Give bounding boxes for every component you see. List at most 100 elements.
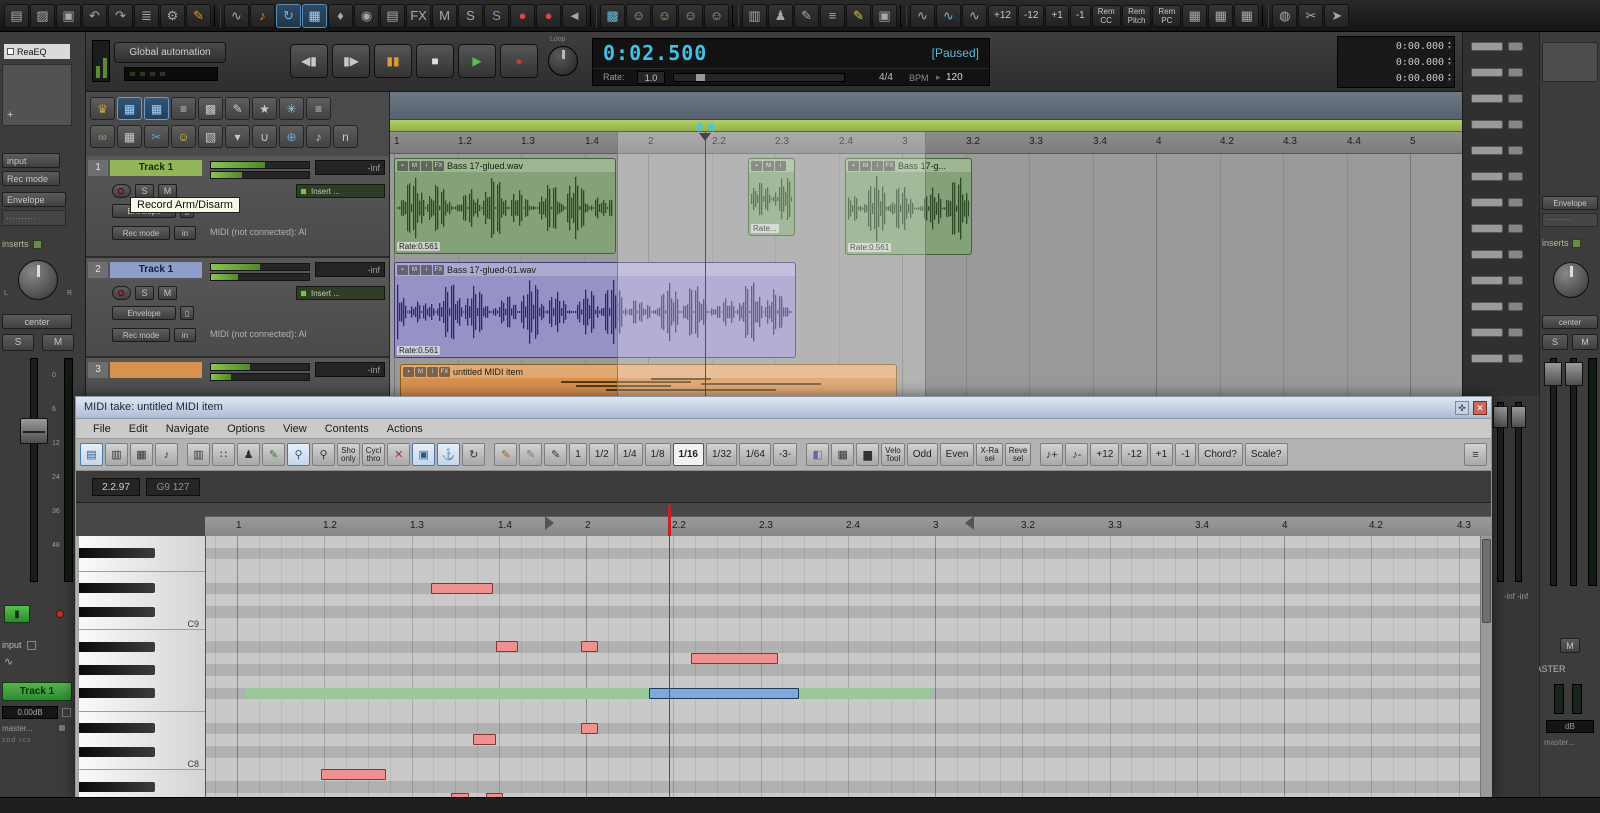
crosshair-icon[interactable]: ⊕ <box>279 125 304 148</box>
midi-ruler[interactable]: 1 1.2 1.3 1.4 2 2.2 2.3 2.4 3 3.2 3.3 3.4 4 4.2 4.3 <box>76 503 1491 536</box>
mute-button[interactable]: M <box>42 334 74 351</box>
global-automation-button[interactable]: Global automation <box>114 42 226 63</box>
midi-note-icon[interactable]: ♪ <box>306 125 331 148</box>
remove-cc-button[interactable]: Rem CC <box>1091 4 1121 27</box>
insert-add-button[interactable] <box>32 239 42 249</box>
edit-pencil-icon[interactable]: ✎ <box>846 3 871 28</box>
dock-slot[interactable] <box>1471 328 1533 337</box>
fx-icon[interactable]: FX <box>433 160 444 171</box>
track-name[interactable]: Track 1 <box>110 160 202 176</box>
selection-end-marker[interactable] <box>965 516 974 530</box>
playhead-marker[interactable] <box>668 505 671 536</box>
drum-mode-icon[interactable]: ∷ <box>212 443 235 466</box>
master-pan-knob[interactable] <box>1553 262 1589 298</box>
velocity-lane-icon[interactable]: ▆ <box>856 443 880 466</box>
grid-1-32-button[interactable]: 1/32 <box>706 443 738 466</box>
black-key[interactable] <box>79 641 155 652</box>
solo-button[interactable]: S <box>135 286 154 300</box>
record-icon[interactable]: ● <box>536 3 561 28</box>
menu-actions[interactable]: Actions <box>378 421 432 437</box>
track-manager-icon[interactable]: ♛ <box>90 97 115 120</box>
project-settings-icon[interactable]: ≣ <box>134 3 159 28</box>
time-value[interactable]: 0:00.000 <box>1396 57 1444 68</box>
fader-handle[interactable] <box>1493 406 1508 428</box>
select-even-button[interactable]: Even <box>939 443 975 466</box>
track-name[interactable] <box>110 362 202 378</box>
time-selection[interactable] <box>617 132 925 396</box>
preferences-gear-icon[interactable]: ⚙ <box>160 3 185 28</box>
mixer-icon[interactable]: ▥ <box>742 3 767 28</box>
monitor-icon[interactable]: ◄ <box>562 3 587 28</box>
dock-slot[interactable] <box>1471 94 1533 103</box>
time-value[interactable]: 0:00.000 <box>1396 41 1444 52</box>
loop-notes-icon[interactable]: ↻ <box>462 443 486 466</box>
dock-slot[interactable] <box>1471 68 1533 77</box>
track-list-icon[interactable]: ▥ <box>187 443 210 466</box>
info-icon[interactable]: i <box>421 160 432 171</box>
master-fx-empty-slot[interactable]: ·········· <box>1542 213 1598 227</box>
fx-icon[interactable]: FX <box>439 366 450 377</box>
show-only-button[interactable]: Sho only <box>337 443 360 466</box>
reverse-selection-button[interactable]: Reve sel <box>1004 443 1032 466</box>
bpm-value[interactable]: 120 <box>946 72 963 83</box>
play-button[interactable]: ▶ <box>458 44 496 78</box>
master-fader-handle-right[interactable] <box>1565 362 1583 386</box>
midi-note[interactable] <box>496 641 518 652</box>
snap-settings-icon[interactable]: ▦ <box>144 97 169 120</box>
menu-file[interactable]: File <box>84 421 120 437</box>
dock-slot[interactable] <box>1471 250 1533 259</box>
fader-track[interactable] <box>1497 402 1504 582</box>
mouse-pointer-icon[interactable]: ➤ <box>1324 3 1350 28</box>
new-project-icon[interactable]: ▤ <box>4 3 29 28</box>
black-key[interactable] <box>79 688 155 699</box>
master-send-label[interactable]: master... <box>2 724 33 733</box>
track-pan-slider[interactable] <box>210 273 310 281</box>
nudge-plus-12-button[interactable]: +12 <box>988 4 1017 27</box>
cycle-through-button[interactable]: Cycl thro <box>361 443 386 466</box>
monitor-button[interactable]: ▮ <box>4 605 30 623</box>
action-list-icon[interactable]: ≡ <box>820 3 845 28</box>
master-fader-handle-left[interactable] <box>1544 362 1562 386</box>
solo-defeat-icon[interactable]: S <box>484 3 509 28</box>
master-mono-button[interactable]: M <box>1560 638 1580 653</box>
input-label[interactable]: input <box>2 640 22 650</box>
grid-1-2-button[interactable]: 1/2 <box>588 443 615 466</box>
undo-icon[interactable]: ↶ <box>82 3 107 28</box>
pencil-icon[interactable]: ✎ <box>544 443 568 466</box>
black-key[interactable] <box>79 781 155 792</box>
crossfade-icon[interactable]: ∿ <box>224 3 249 28</box>
record-arm-icon[interactable]: ● <box>510 3 535 28</box>
arrange-view[interactable]: 1 1.2 1.3 1.4 2 2.2 2.3 2.4 3 3.2 3.3 3.4 4 4.2 4.3 4.4… <box>390 92 1462 396</box>
midi-note[interactable] <box>473 734 496 745</box>
waveform-icon-2[interactable]: ∿ <box>936 3 961 28</box>
menu-edit[interactable]: Edit <box>120 421 157 437</box>
input-toggle[interactable] <box>26 640 36 650</box>
black-key[interactable] <box>79 606 155 617</box>
midi-editor-titlebar[interactable]: MIDI take: untitled MIDI item <box>76 397 1491 419</box>
mute-icon[interactable]: M <box>409 264 420 275</box>
fx-icon[interactable]: FX <box>406 3 431 28</box>
vertical-scrollbar[interactable] <box>1480 536 1492 798</box>
master-envelope-button[interactable]: Envelope <box>1542 196 1598 210</box>
info-icon[interactable]: i <box>421 264 432 275</box>
midi-note-selected[interactable] <box>649 688 799 699</box>
select-odd-button[interactable]: Odd <box>906 443 938 466</box>
loop-knob[interactable] <box>548 46 578 76</box>
nudge-minus-1-button[interactable]: -1 <box>1069 4 1091 27</box>
marker-pen-icon[interactable]: ✎ <box>494 443 518 466</box>
master-db-readout[interactable]: dB <box>1546 720 1594 733</box>
time-spinner[interactable]: ▲ ▼ <box>1447 41 1452 51</box>
record-button[interactable]: ● <box>500 44 538 78</box>
rec-mode-button[interactable]: Rec mode <box>112 226 170 240</box>
toolbar-dock-icon[interactable]: ≡ <box>1464 443 1487 466</box>
piano-roll-view-icon[interactable]: ▤ <box>80 443 103 466</box>
rate-slider-handle[interactable] <box>696 74 705 81</box>
master-track-button[interactable]: Track 1 <box>2 682 72 701</box>
dock-slot[interactable] <box>1471 224 1533 233</box>
mute-icon[interactable]: M <box>415 366 426 377</box>
transpose-up-octave-button[interactable]: +12 <box>1090 443 1120 466</box>
note-grid-icon[interactable]: ▦ <box>831 443 855 466</box>
notation-icon[interactable]: n <box>333 125 358 148</box>
freeze-icon[interactable]: ✳ <box>279 97 304 120</box>
global-icon[interactable]: ◍ <box>1272 3 1298 28</box>
